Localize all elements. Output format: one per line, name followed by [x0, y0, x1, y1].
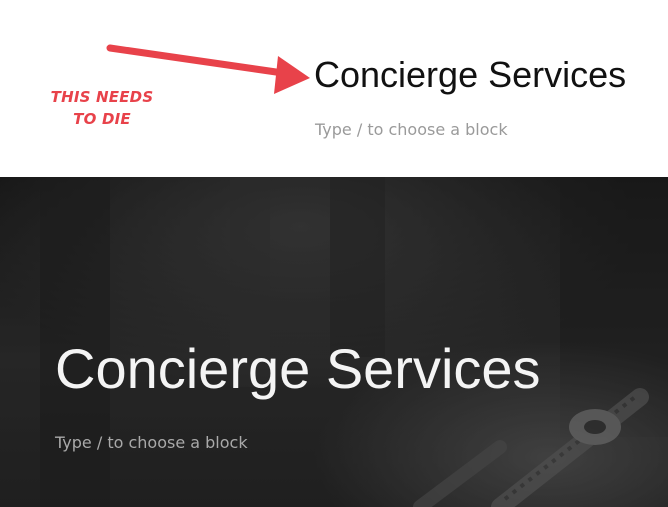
editor-top-area: THIS NEEDS TO DIE Concierge Services Typ…	[0, 0, 668, 177]
page-title-heading[interactable]: Concierge Services	[314, 54, 626, 96]
block-placeholder[interactable]: Type / to choose a block	[315, 120, 508, 139]
cover-block[interactable]: Concierge Services Type / to choose a bl…	[0, 177, 668, 507]
cover-block-placeholder[interactable]: Type / to choose a block	[55, 433, 248, 452]
cover-title-heading[interactable]: Concierge Services	[55, 337, 541, 401]
editor-canvas: THIS NEEDS TO DIE Concierge Services Typ…	[0, 0, 668, 507]
annotation-arrow-icon	[106, 44, 310, 94]
